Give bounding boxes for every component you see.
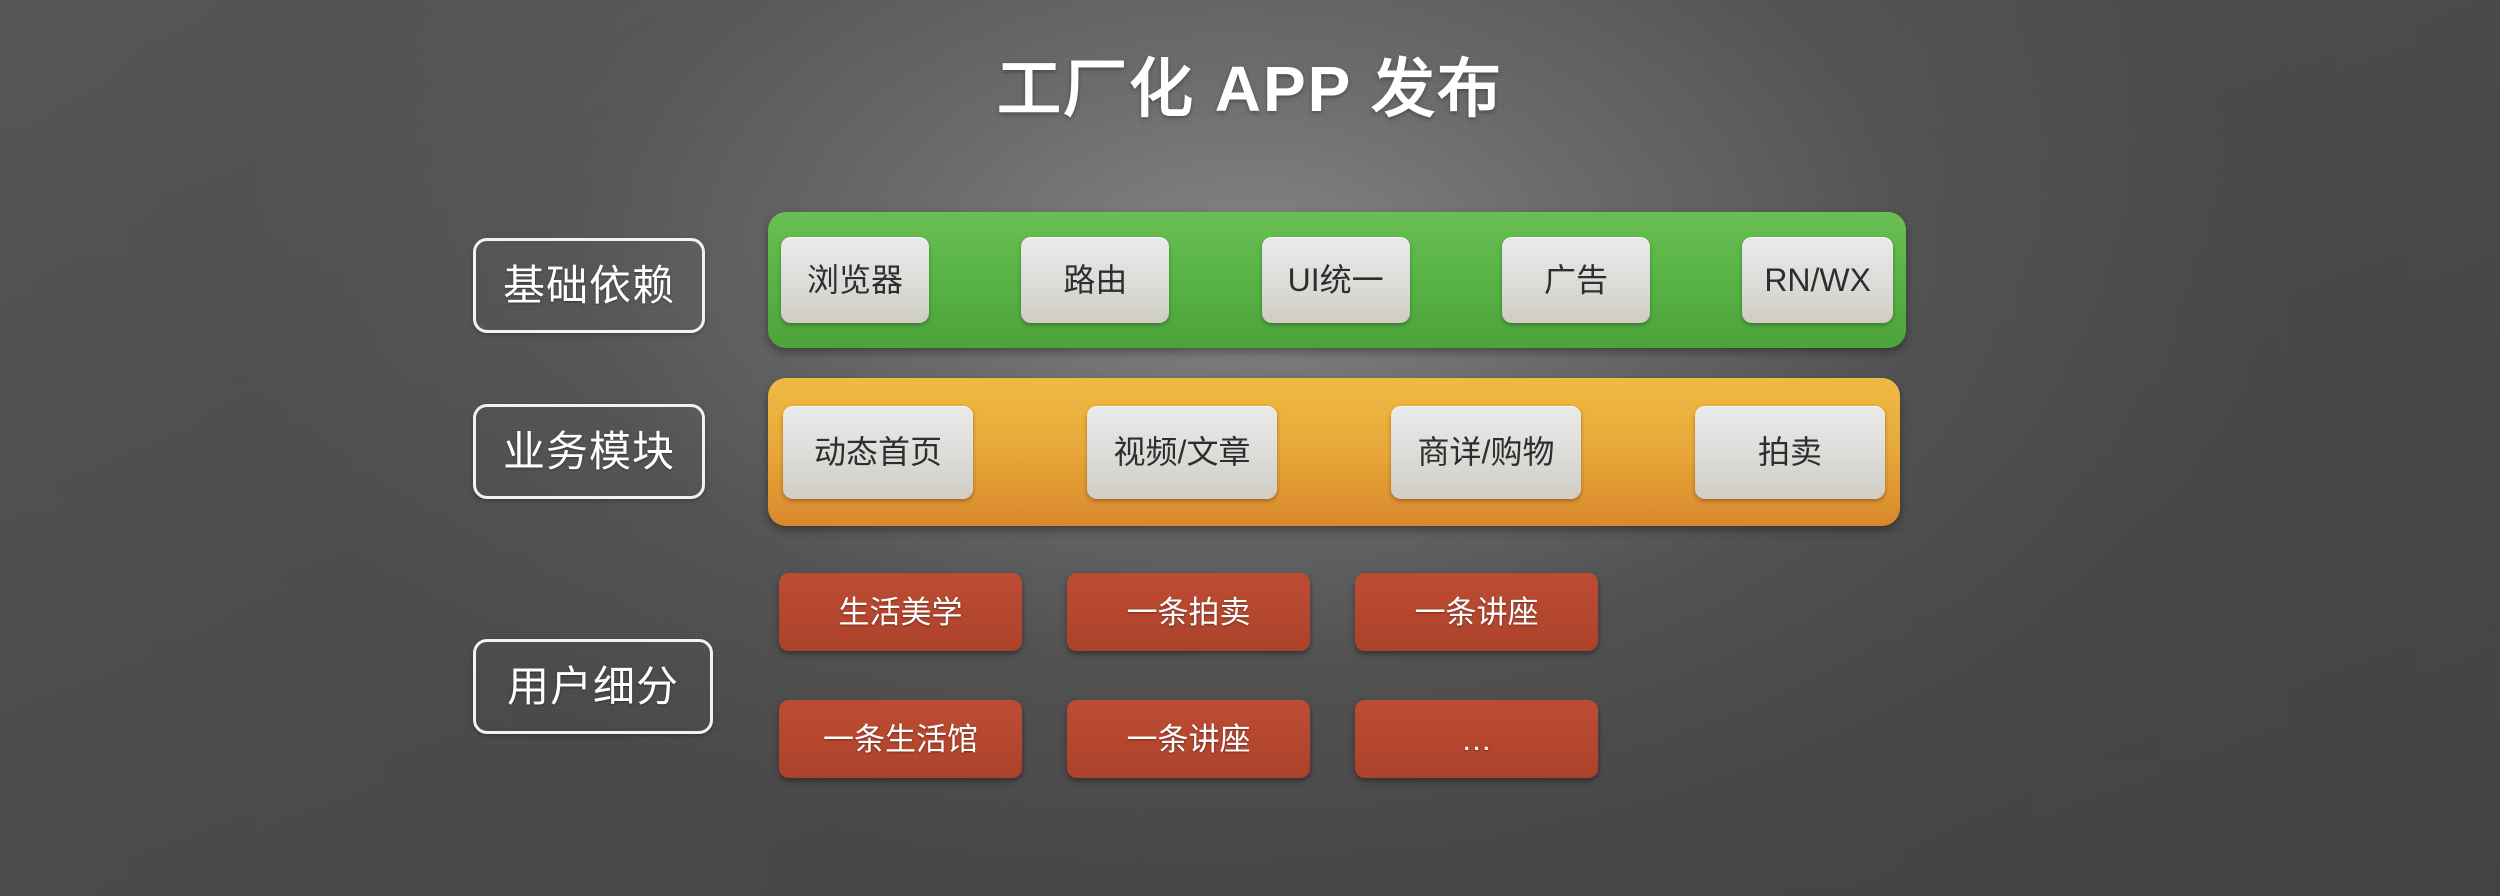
user-segment-box[interactable]: 一条讲座 <box>1355 573 1598 651</box>
chip-rn-wx[interactable]: RN/WX <box>1742 237 1893 323</box>
user-segment-box[interactable]: 一条拍卖 <box>1067 573 1310 651</box>
category-label-business-modules: 业务模块 <box>473 404 705 499</box>
user-segment-box-more[interactable]: … <box>1355 700 1598 778</box>
chip-auction[interactable]: 拍卖 <box>1695 405 1885 499</box>
presentation-slide: 工厂化 APP 发布 基础依赖 业务模块 用户细分 浏览器 路由 UI统一 广告… <box>0 0 2500 896</box>
chip-router[interactable]: 路由 <box>1021 237 1170 323</box>
chip-product-shopping[interactable]: 商详/购物 <box>1391 405 1581 499</box>
category-label-basic-dependencies: 基础依赖 <box>473 238 705 333</box>
category-label-user-segmentation: 用户细分 <box>473 639 713 734</box>
page-title: 工厂化 APP 发布 <box>997 53 1503 125</box>
chip-ui-unify[interactable]: UI统一 <box>1261 237 1410 323</box>
chip-browser[interactable]: 浏览器 <box>781 237 929 323</box>
basic-dependencies-band: 浏览器 路由 UI统一 广告 RN/WX <box>768 212 1906 348</box>
user-segment-box[interactable]: 一条讲座 <box>1067 700 1310 778</box>
user-segment-box[interactable]: 一条生活馆 <box>779 700 1022 778</box>
chip-ads[interactable]: 广告 <box>1501 237 1650 323</box>
chip-video-article[interactable]: 视频/文章 <box>1087 405 1277 499</box>
user-segmentation-grid: 生活美学 一条拍卖 一条讲座 一条生活馆 一条讲座 … <box>779 573 1604 778</box>
business-modules-band: 动态首页 视频/文章 商详/购物 拍卖 <box>768 378 1900 526</box>
chip-dynamic-homepage[interactable]: 动态首页 <box>783 405 973 499</box>
user-segment-box[interactable]: 生活美学 <box>779 573 1022 651</box>
